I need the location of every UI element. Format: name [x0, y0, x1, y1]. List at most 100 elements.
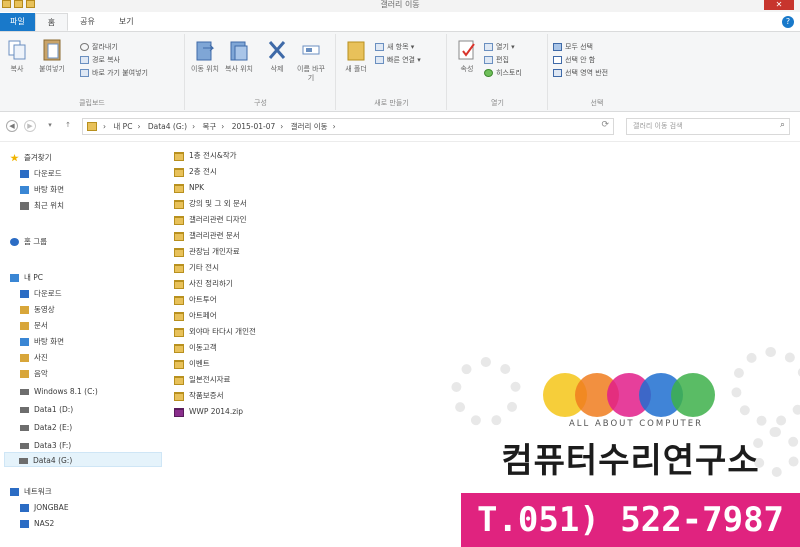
select-all-button[interactable]: 모두 선택 — [553, 42, 593, 53]
nav-item-pc-desktop[interactable]: 바탕 화면 — [20, 334, 178, 349]
search-input[interactable]: 갤러리 이동 검색 — [633, 119, 683, 134]
recent-icon — [20, 202, 29, 210]
nav-item-homegroup[interactable]: 홈 그룹 — [10, 234, 168, 249]
nav-item-pc-downloads[interactable]: 다운로드 — [20, 286, 178, 301]
edit-button[interactable]: 편집 — [484, 55, 509, 66]
shortcut-icon — [80, 69, 89, 77]
nav-item-drive-e[interactable]: Data2 (E:) — [20, 420, 178, 435]
ad-phone-number: T.051) 522-7987 — [461, 493, 800, 547]
list-item[interactable]: 갤러리관련 문서 — [174, 228, 240, 243]
copy-to-button[interactable]: 복사 위치 — [224, 38, 254, 74]
network-icon — [10, 488, 19, 496]
new-group: 새 폴더 새 항목 ▾ 빠른 연결 ▾ 새로 만들기 — [337, 34, 447, 110]
path-icon — [80, 56, 89, 64]
invert-selection-button[interactable]: 선택 영역 반전 — [553, 68, 608, 79]
nav-item-network[interactable]: 네트워크 — [10, 484, 168, 499]
nav-item-favorites[interactable]: 즐겨찾기 — [10, 150, 168, 165]
properties-icon[interactable] — [14, 0, 23, 8]
copy-button[interactable]: 복사 — [2, 38, 32, 74]
new-item-button[interactable]: 새 항목 ▾ — [375, 42, 414, 53]
nav-item-desktop[interactable]: 바탕 화면 — [20, 182, 178, 197]
nav-item-documents[interactable]: 문서 — [20, 318, 178, 333]
list-item[interactable]: 아트페어 — [174, 308, 217, 323]
properties-button[interactable]: 속성 — [452, 38, 482, 74]
close-button[interactable]: ✕ — [764, 0, 794, 10]
paste-shortcut-button[interactable]: 바로 가기 붙여넣기 — [80, 68, 148, 79]
rename-button[interactable]: 이름 바꾸기 — [296, 38, 326, 83]
tab-share[interactable]: 공유 — [68, 13, 107, 31]
recent-locations-button[interactable]: ▾ — [44, 120, 56, 132]
edit-icon — [484, 56, 493, 64]
list-item[interactable]: 갤러리관련 디자인 — [174, 212, 247, 227]
nav-item-music[interactable]: 음악 — [20, 366, 178, 381]
download-icon — [20, 170, 29, 178]
folder-icon — [174, 343, 184, 353]
computer-icon — [20, 504, 29, 512]
delete-button[interactable]: 삭제 — [262, 38, 292, 74]
tab-home[interactable]: 홈 — [34, 13, 69, 31]
breadcrumb-item[interactable]: 복구 — [202, 122, 216, 131]
nav-item-this-pc[interactable]: 내 PC — [10, 270, 168, 285]
nav-item-jongbae[interactable]: JONGBAE — [20, 500, 178, 515]
ad-tagline: ALL ABOUT COMPUTER — [568, 419, 704, 429]
nav-item-pictures[interactable]: 사진 — [20, 350, 178, 365]
nav-item-downloads[interactable]: 다운로드 — [20, 166, 178, 181]
up-button[interactable]: ↑ — [62, 120, 74, 132]
drive-icon — [20, 443, 29, 449]
video-icon — [20, 306, 29, 314]
new-folder-button[interactable]: 새 폴더 — [341, 38, 371, 74]
list-item[interactable]: 작품보증서 — [174, 388, 224, 403]
new-folder-icon[interactable] — [26, 0, 35, 8]
nav-item-drive-d[interactable]: Data1 (D:) — [20, 402, 178, 417]
nav-item-drive-g[interactable]: Data4 (G:) — [4, 452, 162, 467]
list-item[interactable]: 외야마 타다시 개인전 — [174, 324, 256, 339]
nav-item-recent[interactable]: 최근 위치 — [20, 198, 178, 213]
ribbon-tabs: 파일 홈 공유 보기 ? — [0, 12, 800, 32]
refresh-icon[interactable]: ⟳ — [601, 120, 609, 130]
list-item[interactable]: 관장님 개인자료 — [174, 244, 240, 259]
tab-view[interactable]: 보기 — [107, 13, 146, 31]
easy-access-button[interactable]: 빠른 연결 ▾ — [375, 55, 421, 66]
folder-icon[interactable] — [2, 0, 11, 8]
list-item[interactable]: 사진 정리하기 — [174, 276, 233, 291]
select-group: 모두 선택 선택 안 함 선택 영역 반전 선택 — [549, 34, 645, 110]
list-item[interactable]: 강의 및 그 외 문서 — [174, 196, 247, 211]
breadcrumb-item[interactable]: Data4 (G:) — [148, 122, 187, 131]
folder-icon — [174, 215, 184, 225]
nav-item-drive-c[interactable]: Windows 8.1 (C:) — [20, 384, 178, 399]
list-item[interactable]: 이동고객 — [174, 340, 217, 355]
list-item[interactable]: 이벤트 — [174, 356, 210, 371]
search-icon[interactable]: ⌕ — [780, 120, 785, 130]
list-item[interactable]: NPK — [174, 180, 204, 195]
move-to-button[interactable]: 이동 위치 — [190, 38, 220, 74]
nav-item-drive-f[interactable]: Data3 (F:) — [20, 438, 178, 453]
help-icon[interactable]: ? — [782, 16, 794, 28]
breadcrumb-item[interactable]: 2015-01-07 — [232, 122, 276, 131]
history-button[interactable]: 히스토리 — [484, 68, 522, 79]
breadcrumb-item[interactable]: 갤러리 이동 — [291, 122, 328, 131]
folder-icon — [174, 263, 184, 273]
breadcrumb-item[interactable]: 내 PC — [113, 122, 132, 131]
folder-icon — [174, 375, 184, 385]
forward-button[interactable]: ▶ — [24, 120, 36, 132]
cut-button[interactable]: 잘라내기 — [80, 42, 118, 53]
list-item[interactable]: 아트투어 — [174, 292, 217, 307]
nav-item-videos[interactable]: 동영상 — [20, 302, 178, 317]
properties-icon — [458, 40, 475, 60]
tab-file[interactable]: 파일 — [0, 13, 35, 31]
nav-item-nas2[interactable]: NAS2 — [20, 516, 178, 531]
address-bar[interactable]: › 내 PC › Data4 (G:) › 복구 › 2015-01-07 › 갤러리 … — [82, 118, 614, 135]
list-item[interactable]: 1층 전시&작가 — [174, 148, 237, 163]
back-button[interactable]: ◀ — [6, 120, 18, 132]
ad-company-name: 컴퓨터수리연구소 — [501, 441, 760, 481]
open-button[interactable]: 열기 ▾ — [484, 42, 515, 53]
select-none-button[interactable]: 선택 안 함 — [553, 55, 595, 66]
list-item[interactable]: 2층 전시 — [174, 164, 217, 179]
list-item[interactable]: 일본전시자료 — [174, 372, 230, 387]
list-item[interactable]: WWP 2014.zip — [174, 404, 243, 419]
select-none-icon — [553, 56, 562, 64]
copy-path-button[interactable]: 경로 복사 — [80, 55, 120, 66]
list-item[interactable]: 기타 전시 — [174, 260, 219, 275]
paste-button[interactable]: 붙여넣기 — [34, 38, 70, 74]
search-box[interactable]: 갤러리 이동 검색 ⌕ — [626, 118, 790, 135]
